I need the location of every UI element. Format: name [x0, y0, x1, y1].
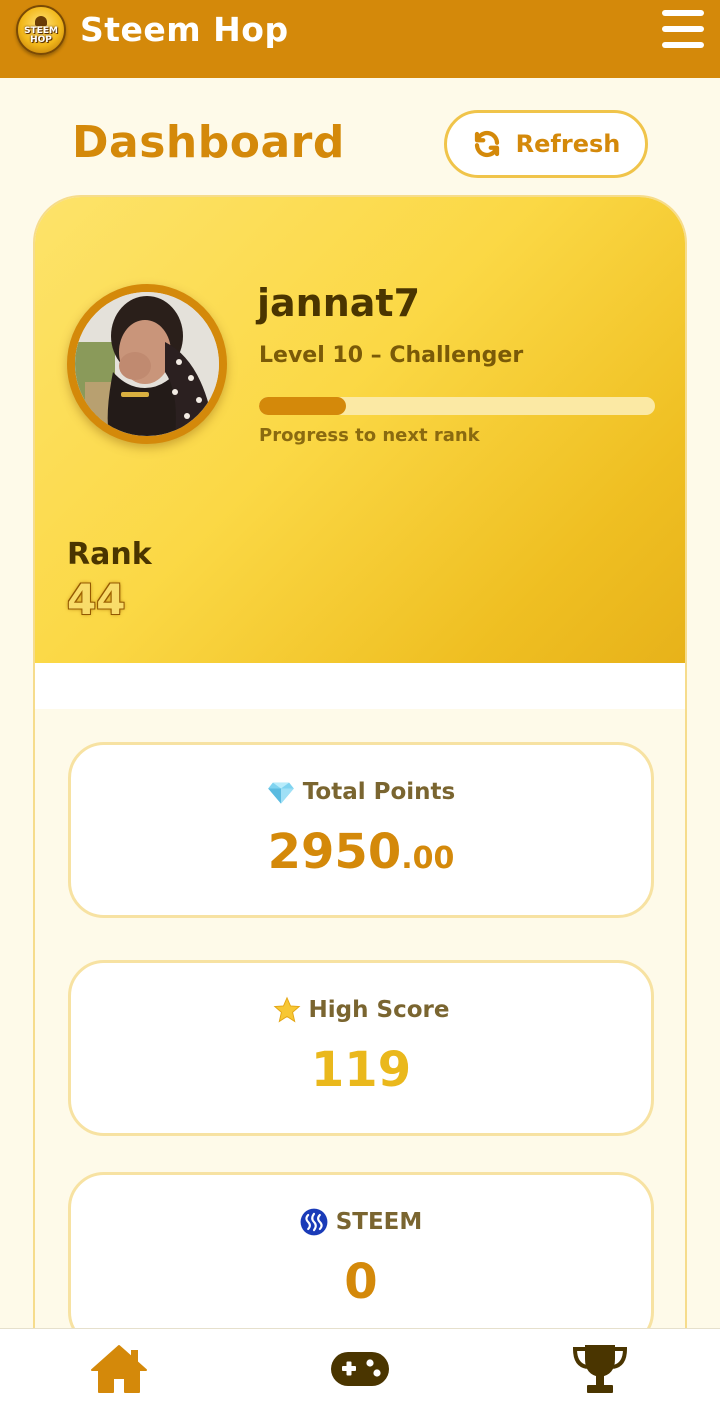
steem-label: STEEM [335, 1209, 423, 1235]
gamepad-icon [331, 1352, 389, 1386]
nav-home[interactable] [89, 1343, 149, 1395]
home-icon [91, 1345, 147, 1393]
steem-value: 0 [344, 1254, 378, 1310]
refresh-icon [474, 130, 499, 158]
gem-icon [267, 782, 294, 804]
profile-hero: jannat7 Level 10 – Challenger Progress t… [35, 197, 685, 663]
refresh-button[interactable]: Refresh [444, 110, 648, 178]
steem-title: STEEM [71, 1205, 651, 1239]
menu-bar-line [662, 10, 704, 16]
avatar[interactable] [67, 284, 227, 444]
menu-bar-line [662, 42, 704, 48]
progress-label: Progress to next rank [259, 425, 480, 446]
page-title: Dashboard [72, 117, 345, 168]
rank-progress-bar [259, 397, 655, 415]
rank-label: Rank [67, 537, 152, 572]
total-points-value: 2950.00 [71, 821, 651, 890]
username: jannat7 [257, 281, 421, 325]
steem-card: STEEM 0 [68, 1172, 654, 1348]
high-score-card: High Score 119 [68, 960, 654, 1136]
high-score-title: High Score [71, 993, 651, 1027]
menu-bar-line [662, 26, 704, 32]
profile-card: jannat7 Level 10 – Challenger Progress t… [33, 195, 687, 1408]
refresh-label: Refresh [515, 130, 621, 158]
hamburger-menu-icon[interactable] [662, 10, 704, 48]
trophy-icon [572, 1345, 628, 1393]
top-app-bar: STEEM HOP Steem Hop [0, 0, 720, 78]
total-points-title: Total Points [71, 775, 651, 809]
total-points-label: Total Points [302, 779, 456, 805]
high-score-label: High Score [308, 997, 450, 1023]
bottom-nav [0, 1328, 720, 1408]
nav-games[interactable] [330, 1343, 390, 1395]
app-title[interactable]: Steem Hop [80, 8, 289, 52]
hero-divider-band [35, 663, 685, 709]
total-points-card: Total Points 2950.00 [68, 742, 654, 918]
total-points-decimal: .00 [401, 841, 455, 876]
steem-icon [300, 1208, 328, 1236]
app-logo[interactable]: STEEM HOP [16, 5, 66, 55]
nav-leaderboard[interactable] [570, 1343, 630, 1395]
logo-text-bottom: HOP [30, 34, 52, 45]
logo-figure-icon [35, 15, 47, 26]
rank-value: 44 [67, 575, 126, 624]
avatar-photo [75, 292, 219, 436]
app-root: STEEM HOP Steem Hop Dashboard Refresh ja… [0, 0, 720, 1408]
star-icon [273, 996, 300, 1023]
high-score-value: 119 [310, 1042, 412, 1098]
rank-progress-fill [259, 397, 347, 415]
total-points-integer: 2950 [267, 824, 402, 880]
level-text: Level 10 – Challenger [259, 343, 524, 368]
